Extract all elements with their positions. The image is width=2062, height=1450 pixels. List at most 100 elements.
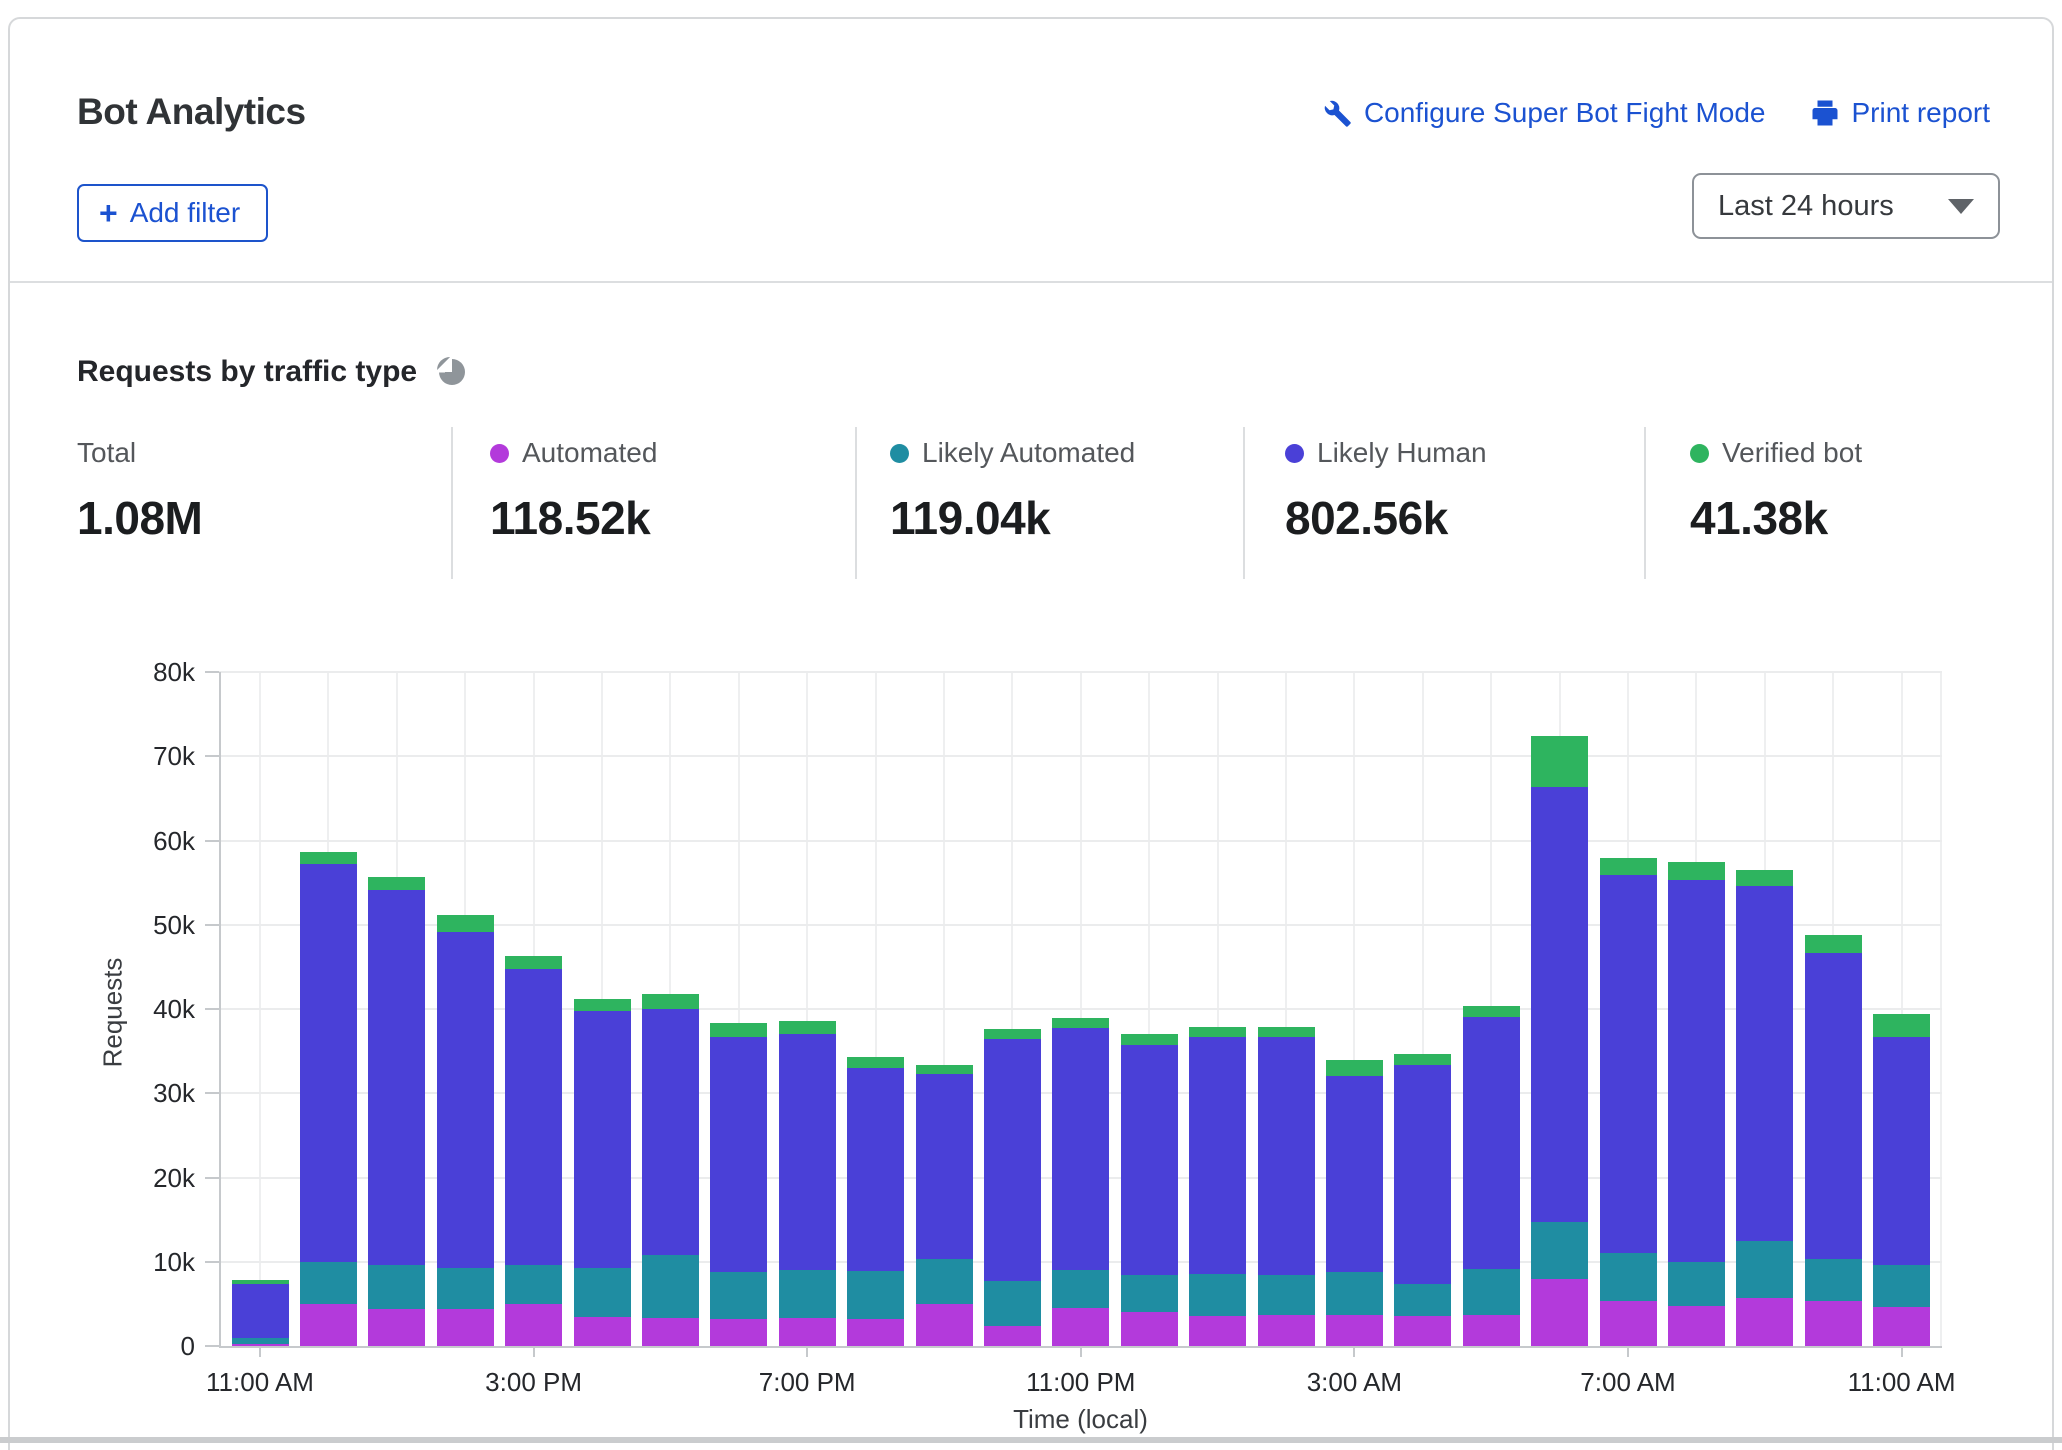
bar-segment-verified-bot[interactable] <box>232 1280 289 1284</box>
bar-segment-likely-automated[interactable] <box>574 1268 631 1317</box>
bar-segment-likely-human[interactable] <box>1805 953 1862 1260</box>
bar-segment-likely-automated[interactable] <box>1394 1284 1451 1316</box>
bar-segment-verified-bot[interactable] <box>847 1057 904 1068</box>
bar-segment-automated[interactable] <box>1052 1308 1109 1346</box>
bar-segment-likely-automated[interactable] <box>779 1270 836 1318</box>
bar-segment-likely-human[interactable] <box>1736 886 1793 1241</box>
bar-segment-automated[interactable] <box>1258 1315 1315 1346</box>
bar-segment-verified-bot[interactable] <box>1600 858 1657 875</box>
bar-segment-likely-automated[interactable] <box>916 1259 973 1304</box>
bar-segment-likely-human[interactable] <box>574 1011 631 1269</box>
bar-segment-automated[interactable] <box>916 1304 973 1346</box>
bar-segment-automated[interactable] <box>368 1309 425 1346</box>
bar-segment-likely-human[interactable] <box>984 1039 1041 1281</box>
bar-segment-likely-human[interactable] <box>779 1034 836 1270</box>
bar-segment-automated[interactable] <box>1463 1315 1520 1346</box>
bar-segment-automated[interactable] <box>779 1318 836 1346</box>
bar-segment-automated[interactable] <box>1394 1316 1451 1346</box>
bar-segment-verified-bot[interactable] <box>574 999 631 1011</box>
bar-segment-likely-automated[interactable] <box>710 1272 767 1319</box>
bar-segment-likely-human[interactable] <box>1189 1037 1246 1274</box>
bar-segment-verified-bot[interactable] <box>1326 1060 1383 1076</box>
bar-segment-automated[interactable] <box>1121 1312 1178 1346</box>
bar-segment-likely-automated[interactable] <box>1805 1259 1862 1300</box>
bar-segment-automated[interactable] <box>1531 1279 1588 1346</box>
bar-segment-automated[interactable] <box>1189 1316 1246 1346</box>
bar-segment-automated[interactable] <box>300 1304 357 1346</box>
bar-segment-verified-bot[interactable] <box>1394 1054 1451 1065</box>
bar-segment-likely-human[interactable] <box>232 1284 289 1337</box>
bar-segment-likely-automated[interactable] <box>1600 1253 1657 1301</box>
bar-segment-automated[interactable] <box>1736 1298 1793 1346</box>
bar-segment-likely-human[interactable] <box>505 969 562 1265</box>
bar-segment-likely-human[interactable] <box>1531 787 1588 1223</box>
bar-segment-verified-bot[interactable] <box>1121 1034 1178 1045</box>
bar-segment-likely-human[interactable] <box>710 1037 767 1272</box>
bar-segment-verified-bot[interactable] <box>1463 1006 1520 1017</box>
bar-segment-likely-automated[interactable] <box>1189 1274 1246 1316</box>
bar-segment-verified-bot[interactable] <box>916 1065 973 1074</box>
bar-segment-likely-human[interactable] <box>437 932 494 1268</box>
bar-segment-verified-bot[interactable] <box>1258 1027 1315 1037</box>
bar-segment-likely-human[interactable] <box>1600 875 1657 1253</box>
x-axis-tick-label: 11:00 AM <box>1792 1367 2012 1398</box>
bar-segment-likely-automated[interactable] <box>1326 1272 1383 1315</box>
bar-segment-automated[interactable] <box>1668 1306 1725 1346</box>
bar-segment-automated[interactable] <box>1805 1301 1862 1346</box>
bar-segment-automated[interactable] <box>710 1319 767 1346</box>
bar-segment-likely-automated[interactable] <box>232 1338 289 1345</box>
bar-segment-likely-automated[interactable] <box>1463 1269 1520 1314</box>
bar-segment-automated[interactable] <box>1600 1301 1657 1346</box>
bar-segment-verified-bot[interactable] <box>1736 870 1793 886</box>
bar-segment-verified-bot[interactable] <box>1873 1014 1930 1037</box>
bar-segment-verified-bot[interactable] <box>779 1021 836 1034</box>
bar-segment-likely-automated[interactable] <box>1873 1265 1930 1307</box>
bar-segment-likely-human[interactable] <box>1121 1045 1178 1275</box>
bar-segment-automated[interactable] <box>984 1326 1041 1346</box>
bar-segment-automated[interactable] <box>1873 1307 1930 1346</box>
bar-segment-likely-human[interactable] <box>1052 1028 1109 1271</box>
bar-segment-likely-automated[interactable] <box>847 1271 904 1319</box>
bar-segment-automated[interactable] <box>642 1318 699 1346</box>
bar-segment-verified-bot[interactable] <box>505 956 562 969</box>
bar-segment-likely-human[interactable] <box>1873 1037 1930 1265</box>
bar-segment-verified-bot[interactable] <box>437 915 494 932</box>
bar-segment-likely-automated[interactable] <box>368 1265 425 1309</box>
bar-segment-likely-automated[interactable] <box>1052 1270 1109 1308</box>
bar-segment-verified-bot[interactable] <box>642 994 699 1009</box>
bar-segment-likely-human[interactable] <box>847 1068 904 1271</box>
bar-segment-verified-bot[interactable] <box>1668 862 1725 881</box>
bar-segment-verified-bot[interactable] <box>984 1029 1041 1039</box>
bar-segment-verified-bot[interactable] <box>1052 1018 1109 1027</box>
bar-segment-automated[interactable] <box>847 1319 904 1346</box>
bar-segment-automated[interactable] <box>505 1304 562 1346</box>
bar-segment-likely-automated[interactable] <box>642 1255 699 1318</box>
bar-segment-likely-human[interactable] <box>1394 1065 1451 1283</box>
bar-segment-verified-bot[interactable] <box>1531 736 1588 787</box>
bar-segment-likely-automated[interactable] <box>437 1268 494 1308</box>
bar-segment-likely-automated[interactable] <box>300 1262 357 1304</box>
bar-segment-verified-bot[interactable] <box>300 852 357 864</box>
bar-segment-likely-human[interactable] <box>1258 1037 1315 1275</box>
bar-segment-automated[interactable] <box>1326 1315 1383 1346</box>
bar-segment-likely-automated[interactable] <box>505 1265 562 1304</box>
bar-segment-automated[interactable] <box>437 1309 494 1346</box>
bar-segment-likely-human[interactable] <box>300 864 357 1262</box>
bar-segment-automated[interactable] <box>574 1317 631 1346</box>
bar-segment-verified-bot[interactable] <box>1805 935 1862 953</box>
bar-segment-verified-bot[interactable] <box>368 877 425 890</box>
bar-segment-likely-human[interactable] <box>1668 880 1725 1262</box>
bar-segment-likely-human[interactable] <box>1326 1076 1383 1272</box>
bar-segment-likely-automated[interactable] <box>1258 1275 1315 1315</box>
bar-segment-likely-automated[interactable] <box>1668 1262 1725 1306</box>
bar-segment-likely-automated[interactable] <box>1736 1241 1793 1298</box>
bar-segment-likely-human[interactable] <box>1463 1017 1520 1270</box>
bar-segment-likely-automated[interactable] <box>1531 1222 1588 1278</box>
bar-segment-likely-automated[interactable] <box>1121 1275 1178 1312</box>
bar-segment-verified-bot[interactable] <box>1189 1027 1246 1037</box>
bar-segment-likely-human[interactable] <box>368 890 425 1265</box>
bar-segment-likely-human[interactable] <box>916 1074 973 1259</box>
bar-segment-likely-automated[interactable] <box>984 1281 1041 1326</box>
bar-segment-likely-human[interactable] <box>642 1009 699 1255</box>
bar-segment-verified-bot[interactable] <box>710 1023 767 1036</box>
